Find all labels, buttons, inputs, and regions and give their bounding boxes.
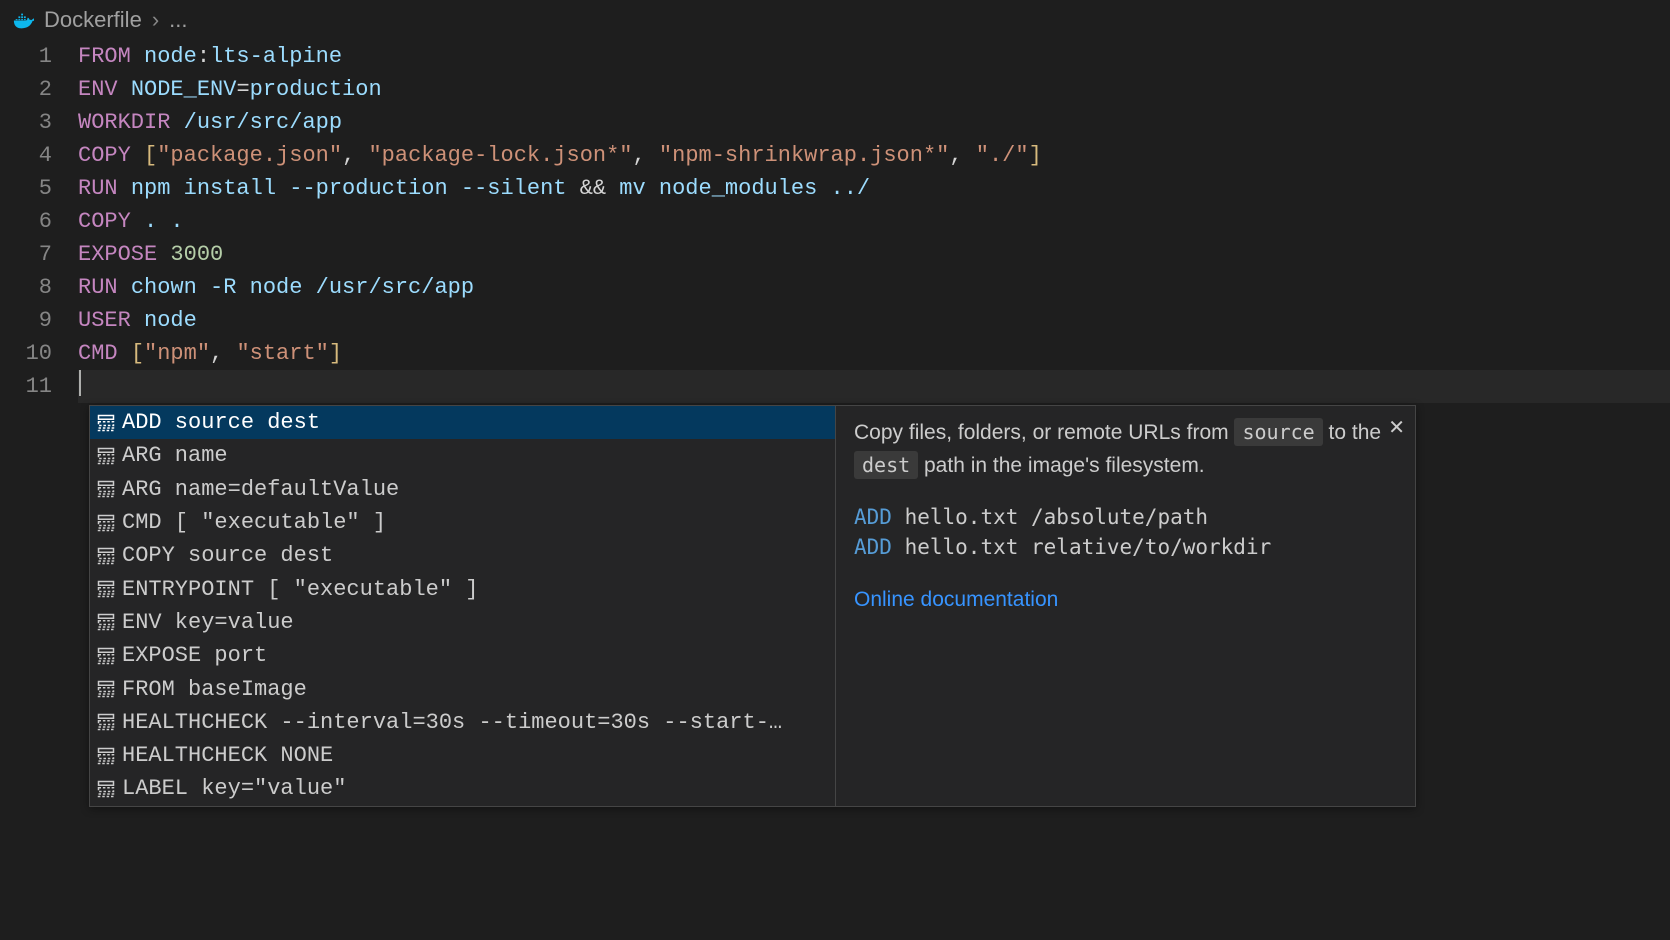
snippet-icon: [96, 446, 116, 466]
snippet-icon: [96, 479, 116, 499]
suggestion-label: HEALTHCHECK --interval=30s --timeout=30s…: [122, 706, 782, 739]
suggestion-item[interactable]: ENTRYPOINT [ "executable" ]: [90, 572, 835, 605]
code-line[interactable]: USER node: [78, 304, 1670, 337]
close-icon[interactable]: ✕: [1388, 412, 1405, 444]
code-area[interactable]: FROM node:lts-alpineENV NODE_ENV=product…: [78, 40, 1670, 403]
code-line[interactable]: COPY ["package.json", "package-lock.json…: [78, 139, 1670, 172]
suggestion-item[interactable]: FROM baseImage: [90, 672, 835, 705]
suggestion-label: FROM baseImage: [122, 673, 307, 706]
suggestion-label: HEALTHCHECK NONE: [122, 739, 333, 772]
suggestion-label: ENV key=value: [122, 606, 294, 639]
breadcrumb-file[interactable]: Dockerfile: [44, 7, 142, 33]
suggestion-label: COPY source dest: [122, 539, 333, 572]
breadcrumb: Dockerfile › ...: [0, 0, 1670, 40]
suggestion-item[interactable]: ARG name: [90, 439, 835, 472]
snippet-icon: [96, 413, 116, 433]
breadcrumb-separator: ›: [152, 7, 159, 33]
code-line[interactable]: FROM node:lts-alpine: [78, 40, 1670, 73]
suggestion-label: EXPOSE port: [122, 639, 267, 672]
suggestion-item[interactable]: ENV key=value: [90, 606, 835, 639]
suggestion-item[interactable]: ARG name=defaultValue: [90, 473, 835, 506]
snippet-icon: [96, 746, 116, 766]
doc-examples: ADD hello.txt /absolute/pathADD hello.tx…: [854, 502, 1397, 562]
suggestion-item[interactable]: HEALTHCHECK --interval=30s --timeout=30s…: [90, 706, 835, 739]
code-line[interactable]: RUN chown -R node /usr/src/app: [78, 271, 1670, 304]
code-line[interactable]: CMD ["npm", "start"]: [78, 337, 1670, 370]
docker-icon: [12, 9, 34, 31]
code-line[interactable]: WORKDIR /usr/src/app: [78, 106, 1670, 139]
suggestion-documentation: ✕ Copy files, folders, or remote URLs fr…: [836, 405, 1416, 807]
snippet-icon: [96, 646, 116, 666]
suggestion-item[interactable]: EXPOSE port: [90, 639, 835, 672]
snippet-icon: [96, 579, 116, 599]
online-documentation-link[interactable]: Online documentation: [854, 584, 1397, 616]
code-line[interactable]: [78, 370, 1670, 403]
snippet-icon: [96, 612, 116, 632]
suggestion-label: ADD source dest: [122, 406, 320, 439]
code-line[interactable]: COPY . .: [78, 205, 1670, 238]
suggestion-item[interactable]: COPY source dest: [90, 539, 835, 572]
suggestion-label: ENTRYPOINT [ "executable" ]: [122, 573, 478, 606]
suggestion-label: LABEL key="value": [122, 772, 346, 805]
suggestion-label: CMD [ "executable" ]: [122, 506, 386, 539]
breadcrumb-extra[interactable]: ...: [169, 7, 187, 33]
suggestion-item[interactable]: ADD source dest: [90, 406, 835, 439]
doc-text: Copy files, folders, or remote URLs from…: [854, 416, 1397, 482]
suggestion-label: ARG name=defaultValue: [122, 473, 399, 506]
intellisense-popup: ADD source destARG nameARG name=defaultV…: [89, 405, 1416, 807]
code-line[interactable]: RUN npm install --production --silent &&…: [78, 172, 1670, 205]
code-editor[interactable]: 1234567891011 FROM node:lts-alpineENV NO…: [0, 40, 1670, 403]
suggestion-item[interactable]: LABEL key="value": [90, 772, 835, 805]
line-number-gutter: 1234567891011: [0, 40, 78, 403]
code-line[interactable]: EXPOSE 3000: [78, 238, 1670, 271]
snippet-icon: [96, 546, 116, 566]
suggestion-list[interactable]: ADD source destARG nameARG name=defaultV…: [89, 405, 836, 807]
snippet-icon: [96, 679, 116, 699]
suggestion-label: ARG name: [122, 439, 228, 472]
suggestion-item[interactable]: CMD [ "executable" ]: [90, 506, 835, 539]
snippet-icon: [96, 779, 116, 799]
suggestion-item[interactable]: HEALTHCHECK NONE: [90, 739, 835, 772]
code-line[interactable]: ENV NODE_ENV=production: [78, 73, 1670, 106]
snippet-icon: [96, 513, 116, 533]
snippet-icon: [96, 712, 116, 732]
